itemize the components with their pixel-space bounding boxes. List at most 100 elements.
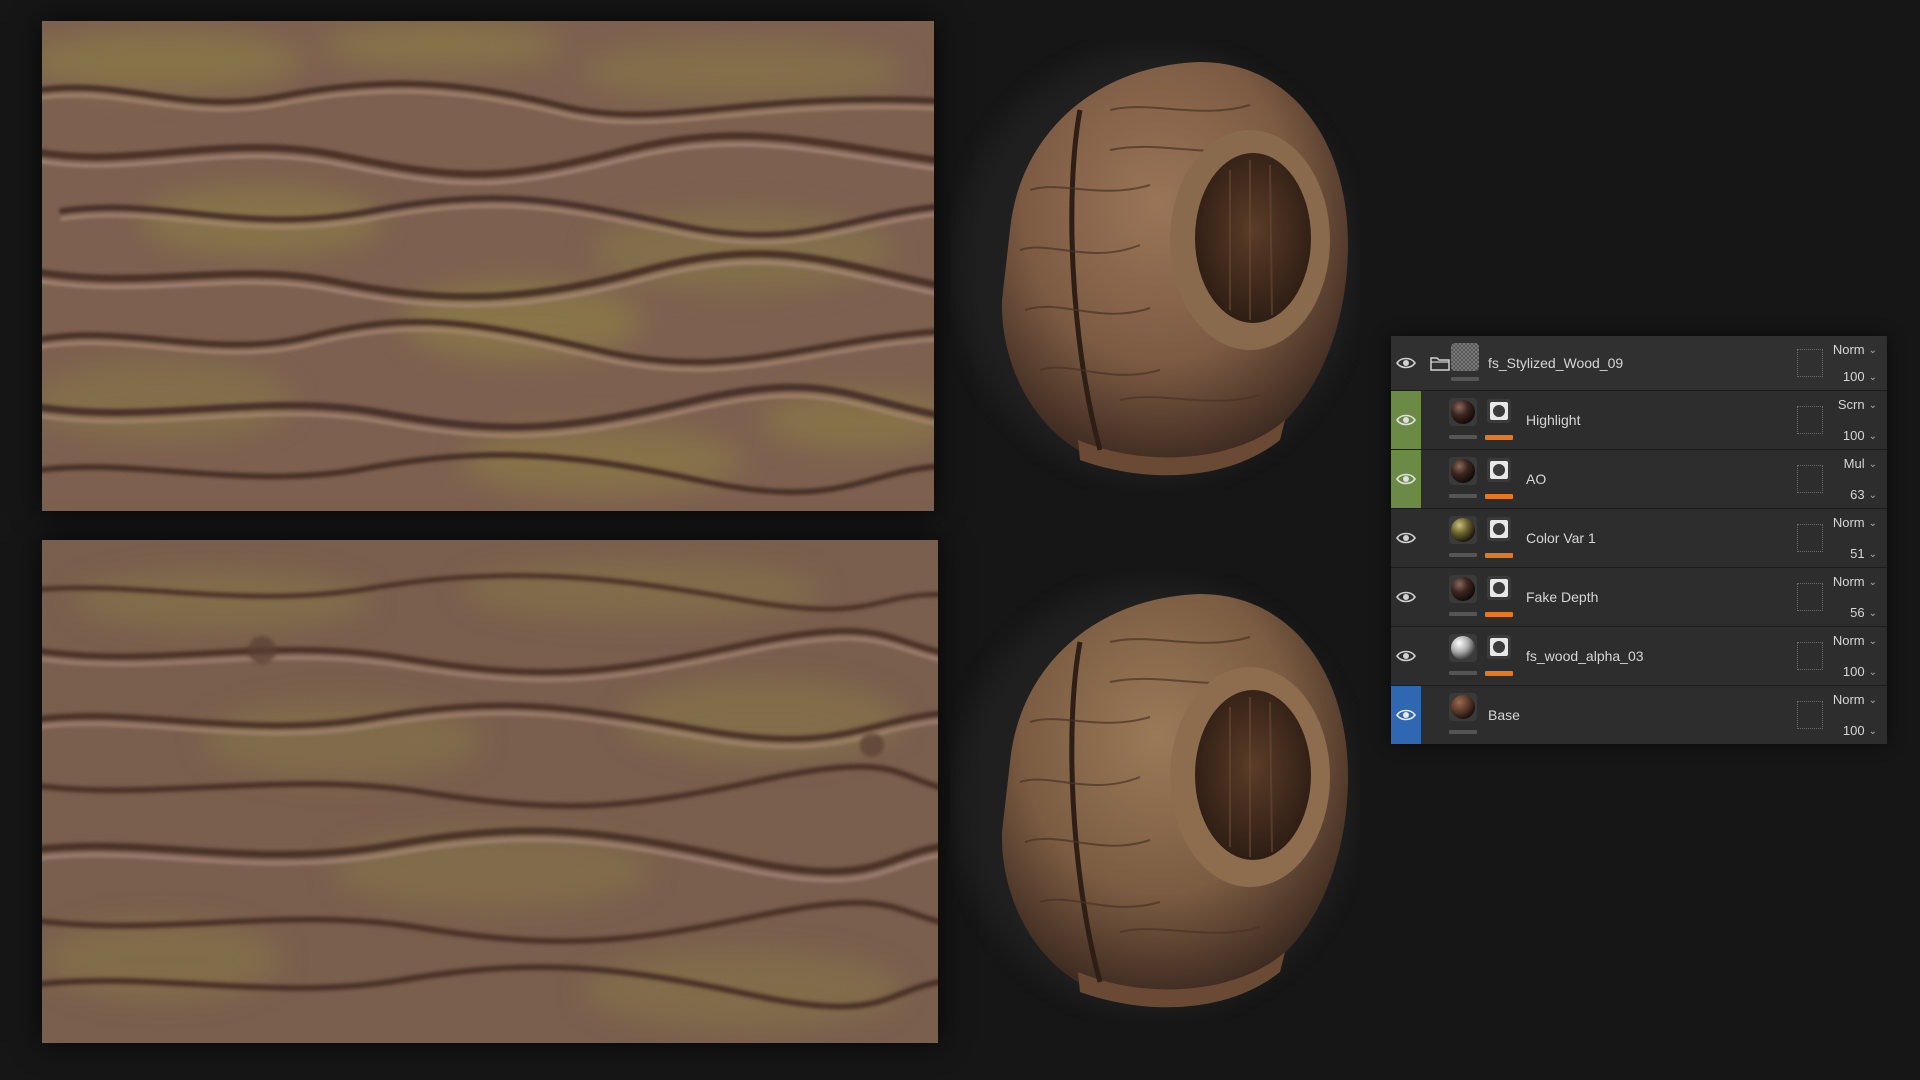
opacity-dropdown[interactable]: 100 ⌄ xyxy=(1827,369,1877,384)
chevron-down-icon: ⌄ xyxy=(1868,726,1877,737)
blend-mode-value: Norm xyxy=(1832,515,1865,530)
layer-row-base[interactable]: Base Norm ⌄ 100 ⌄ xyxy=(1391,686,1887,744)
blend-mode-value: Norm xyxy=(1832,574,1865,589)
mask-icon xyxy=(1490,520,1508,538)
wood-sphere-preview-top xyxy=(950,40,1360,490)
wood-texture-image xyxy=(42,21,934,511)
blend-mode-dropdown[interactable]: Scrn ⌄ xyxy=(1827,397,1877,412)
opacity-dropdown[interactable]: 51 ⌄ xyxy=(1827,546,1877,561)
chevron-down-icon: ⌄ xyxy=(1868,345,1877,356)
layer-row-ao[interactable]: AO Mul ⌄ 63 ⌄ xyxy=(1391,450,1887,509)
opacity-dropdown[interactable]: 100 ⌄ xyxy=(1827,428,1877,443)
eye-icon[interactable] xyxy=(1396,529,1416,547)
mask-icon xyxy=(1490,579,1508,597)
chevron-down-icon: ⌄ xyxy=(1868,459,1877,470)
chevron-down-icon: ⌄ xyxy=(1868,636,1877,647)
thumbnail-bar xyxy=(1449,612,1477,616)
layer-panel: fs_Stylized_Wood_09 Norm ⌄ 100 ⌄ Highlight… xyxy=(1391,336,1887,744)
blend-mode-dropdown[interactable]: Norm ⌄ xyxy=(1827,515,1877,530)
layer-name: Color Var 1 xyxy=(1526,530,1596,546)
texture-preview-bottom xyxy=(42,540,938,1043)
eye-icon[interactable] xyxy=(1396,354,1416,372)
opacity-dropdown[interactable]: 100 ⌄ xyxy=(1827,664,1877,679)
layer-lock-slot[interactable] xyxy=(1797,465,1823,493)
opacity-value: 100 xyxy=(1842,664,1865,679)
thumbnail-bar xyxy=(1451,377,1479,381)
layer-lock-slot[interactable] xyxy=(1797,524,1823,552)
mask-bar xyxy=(1485,671,1513,676)
layer-name: AO xyxy=(1526,471,1547,487)
eye-icon[interactable] xyxy=(1396,706,1416,724)
chevron-down-icon: ⌄ xyxy=(1868,431,1877,442)
eye-icon[interactable] xyxy=(1396,647,1416,665)
opacity-value: 51 xyxy=(1850,546,1865,561)
layer-lock-slot[interactable] xyxy=(1797,583,1823,611)
layer-lock-slot[interactable] xyxy=(1797,349,1823,377)
chevron-down-icon: ⌄ xyxy=(1868,608,1877,619)
mask-thumbnail[interactable] xyxy=(1487,635,1511,659)
layer-thumbnail xyxy=(1449,634,1477,662)
layer-name: Highlight xyxy=(1526,412,1581,428)
eye-icon[interactable] xyxy=(1396,411,1416,429)
thumbnail-bar xyxy=(1449,730,1477,734)
mask-icon xyxy=(1490,461,1508,479)
opacity-dropdown[interactable]: 56 ⌄ xyxy=(1827,605,1877,620)
layer-row-color-var-1[interactable]: Color Var 1 Norm ⌄ 51 ⌄ xyxy=(1391,509,1887,568)
thumbnail-bar xyxy=(1449,671,1477,675)
mask-thumbnail[interactable] xyxy=(1487,576,1511,600)
chevron-down-icon: ⌄ xyxy=(1868,490,1877,501)
blend-mode-dropdown[interactable]: Norm ⌄ xyxy=(1827,574,1877,589)
mask-bar xyxy=(1485,553,1513,558)
layer-name: Base xyxy=(1488,707,1520,723)
opacity-dropdown[interactable]: 100 ⌄ xyxy=(1827,723,1877,738)
layer-thumbnail xyxy=(1449,457,1477,485)
blend-mode-value: Norm xyxy=(1832,633,1865,648)
folder-icon[interactable] xyxy=(1430,355,1450,371)
chevron-down-icon: ⌄ xyxy=(1868,400,1877,411)
layer-row-fs-stylized-wood-09[interactable]: fs_Stylized_Wood_09 Norm ⌄ 100 ⌄ xyxy=(1391,336,1887,391)
mask-bar xyxy=(1485,494,1513,499)
layer-row-highlight[interactable]: Highlight Scrn ⌄ 100 ⌄ xyxy=(1391,391,1887,450)
texture-preview-top xyxy=(42,21,934,511)
layer-row-fake-depth[interactable]: Fake Depth Norm ⌄ 56 ⌄ xyxy=(1391,568,1887,627)
blend-mode-value: Norm xyxy=(1832,692,1865,707)
blend-mode-dropdown[interactable]: Mul ⌄ xyxy=(1827,456,1877,471)
layer-lock-slot[interactable] xyxy=(1797,406,1823,434)
thumbnail-bar xyxy=(1449,494,1477,498)
layer-row-fs-wood-alpha-03[interactable]: fs_wood_alpha_03 Norm ⌄ 100 ⌄ xyxy=(1391,627,1887,686)
wood-object-render xyxy=(955,50,1355,480)
blend-mode-dropdown[interactable]: Norm ⌄ xyxy=(1827,633,1877,648)
mask-bar xyxy=(1485,435,1513,440)
opacity-value: 100 xyxy=(1842,428,1865,443)
blend-mode-dropdown[interactable]: Norm ⌄ xyxy=(1827,342,1877,357)
mask-thumbnail[interactable] xyxy=(1487,517,1511,541)
chevron-down-icon: ⌄ xyxy=(1868,549,1877,560)
layer-thumbnail xyxy=(1449,398,1477,426)
layer-thumbnail xyxy=(1449,575,1477,603)
blend-mode-value: Scrn xyxy=(1837,397,1865,412)
blend-mode-dropdown[interactable]: Norm ⌄ xyxy=(1827,692,1877,707)
wood-texture-image xyxy=(42,540,938,1043)
thumbnail-bar xyxy=(1449,553,1477,557)
thumbnail-bar xyxy=(1449,435,1477,439)
wood-sphere-preview-bottom xyxy=(950,572,1360,1022)
mask-thumbnail[interactable] xyxy=(1487,458,1511,482)
opacity-dropdown[interactable]: 63 ⌄ xyxy=(1827,487,1877,502)
blend-mode-value: Norm xyxy=(1832,342,1865,357)
chevron-down-icon: ⌄ xyxy=(1868,695,1877,706)
layer-thumbnail xyxy=(1449,516,1477,544)
opacity-value: 100 xyxy=(1842,369,1865,384)
chevron-down-icon: ⌄ xyxy=(1868,372,1877,383)
layer-lock-slot[interactable] xyxy=(1797,642,1823,670)
layer-lock-slot[interactable] xyxy=(1797,701,1823,729)
layer-name: fs_Stylized_Wood_09 xyxy=(1488,355,1624,371)
opacity-value: 100 xyxy=(1842,723,1865,738)
mask-thumbnail[interactable] xyxy=(1487,399,1511,423)
mask-icon xyxy=(1490,638,1508,656)
mask-icon xyxy=(1490,402,1508,420)
chevron-down-icon: ⌄ xyxy=(1868,577,1877,588)
wood-object-render xyxy=(955,582,1355,1012)
layer-name: Fake Depth xyxy=(1526,589,1599,605)
eye-icon[interactable] xyxy=(1396,470,1416,488)
eye-icon[interactable] xyxy=(1396,588,1416,606)
